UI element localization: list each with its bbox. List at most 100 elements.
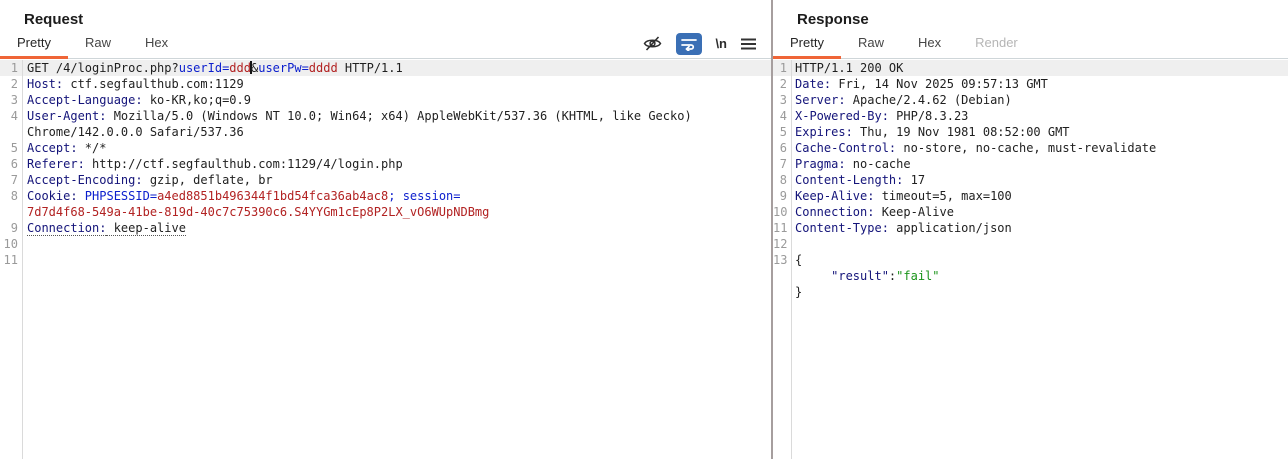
response-tab-pretty[interactable]: Pretty [773, 29, 841, 58]
code-line[interactable]: 6Cache-Control: no-store, no-cache, must… [773, 140, 1288, 156]
show-newlines-icon[interactable]: \n [715, 36, 727, 51]
code-segment: dddd [309, 61, 338, 75]
code-segment: Host: [27, 77, 63, 91]
line-content: Connection: Keep-Alive [795, 204, 954, 220]
code-line[interactable]: 4User-Agent: Mozilla/5.0 (Windows NT 10.… [0, 108, 771, 124]
line-content: Chrome/142.0.0.0 Safari/537.36 [27, 124, 244, 140]
code-line[interactable]: 4X-Powered-By: PHP/8.3.23 [773, 108, 1288, 124]
code-segment: Content-Length: [795, 173, 903, 187]
code-line[interactable]: 7Pragma: no-cache [773, 156, 1288, 172]
code-line[interactable]: Chrome/142.0.0.0 Safari/537.36 [0, 124, 771, 140]
code-line[interactable]: 11 [0, 252, 771, 268]
code-line[interactable]: } [773, 284, 1288, 300]
code-line[interactable]: 6Referer: http://ctf.segfaulthub.com:112… [0, 156, 771, 172]
code-line[interactable]: 2Host: ctf.segfaulthub.com:1129 [0, 76, 771, 92]
code-segment: Connection: [27, 221, 106, 236]
response-panel: Response Pretty Raw Hex Render 1HTTP/1.1… [773, 0, 1288, 459]
response-tabbar: Pretty Raw Hex Render [773, 29, 1288, 58]
code-line[interactable]: 9Keep-Alive: timeout=5, max=100 [773, 188, 1288, 204]
request-toolbar: \n [642, 29, 757, 58]
response-editor[interactable]: 1HTTP/1.1 200 OK2Date: Fri, 14 Nov 2025 … [773, 60, 1288, 459]
code-segment: Pragma: [795, 157, 846, 171]
code-line[interactable]: 10Connection: Keep-Alive [773, 204, 1288, 220]
code-segment: PHP/8.3.23 [889, 109, 968, 123]
code-line[interactable]: 2Date: Fri, 14 Nov 2025 09:57:13 GMT [773, 76, 1288, 92]
code-segment: } [795, 285, 802, 299]
code-segment: Server: [795, 93, 846, 107]
soft-wrap-icon[interactable] [676, 33, 702, 55]
line-content: Accept-Language: ko-KR,ko;q=0.9 [27, 92, 251, 108]
response-tab-hex[interactable]: Hex [901, 29, 958, 58]
code-line[interactable]: 11Content-Type: application/json [773, 220, 1288, 236]
code-segment: ; session= [388, 189, 460, 203]
code-segment: http://ctf.segfaulthub.com:1129/4/login.… [85, 157, 403, 171]
code-line[interactable]: 9Connection: keep-alive [0, 220, 771, 236]
code-segment: 7d7d4f68-549a-41be-819d-40c7c75390c6.S4Y… [27, 205, 489, 219]
eye-off-icon[interactable] [642, 34, 663, 53]
code-segment: Accept-Language: [27, 93, 143, 107]
line-content: Accept: */* [27, 140, 106, 156]
code-segment: Keep-Alive [874, 205, 953, 219]
code-segment: Referer: [27, 157, 85, 171]
line-content: User-Agent: Mozilla/5.0 (Windows NT 10.0… [27, 108, 692, 124]
code-line[interactable]: 1HTTP/1.1 200 OK [773, 60, 1288, 76]
code-line[interactable]: 12 [773, 236, 1288, 252]
code-segment: Connection: [795, 205, 874, 219]
line-content: Pragma: no-cache [795, 156, 911, 172]
code-segment: */* [78, 141, 107, 155]
line-content: Connection: keep-alive [27, 220, 186, 236]
code-line[interactable]: 10 [0, 236, 771, 252]
code-segment: Date: [795, 77, 831, 91]
code-segment: { [795, 253, 802, 267]
code-segment: ctf.segfaulthub.com:1129 [63, 77, 244, 91]
code-segment: PHPSESSID= [78, 189, 157, 203]
line-content: } [795, 284, 802, 300]
line-content: Referer: http://ctf.segfaulthub.com:1129… [27, 156, 403, 172]
code-segment: Chrome/142.0.0.0 Safari/537.36 [27, 125, 244, 139]
response-gutter-divider [791, 60, 792, 459]
code-segment: Mozilla/5.0 (Windows NT 10.0; Win64; x64… [106, 109, 691, 123]
code-line[interactable]: 5Accept: */* [0, 140, 771, 156]
code-line[interactable]: 3Server: Apache/2.4.62 (Debian) [773, 92, 1288, 108]
code-segment: Content-Type: [795, 221, 889, 235]
request-panel: Request Pretty Raw Hex [0, 0, 771, 459]
code-segment: "result" [795, 269, 889, 283]
response-title: Response [797, 11, 869, 28]
response-tab-render: Render [958, 29, 1035, 58]
code-segment: Expires: [795, 125, 853, 139]
code-segment: User-Agent: [27, 109, 106, 123]
code-segment: GET /4/loginProc.php? [27, 61, 179, 75]
code-segment: Thu, 19 Nov 1981 08:52:00 GMT [853, 125, 1070, 139]
code-segment: "fail" [896, 269, 939, 283]
hamburger-menu-icon[interactable] [740, 37, 757, 51]
code-line[interactable]: 8Content-Length: 17 [773, 172, 1288, 188]
code-segment: gzip, deflate, br [143, 173, 273, 187]
code-line[interactable]: 3Accept-Language: ko-KR,ko;q=0.9 [0, 92, 771, 108]
response-tab-raw[interactable]: Raw [841, 29, 901, 58]
code-segment: a4ed8851b496344f1bd54fca36ab4ac8 [157, 189, 388, 203]
code-segment: Apache/2.4.62 (Debian) [846, 93, 1012, 107]
code-line[interactable]: "result":"fail" [773, 268, 1288, 284]
line-content: GET /4/loginProc.php?userId=ddd&userPw=d… [27, 60, 403, 76]
code-segment: userId= [179, 61, 230, 75]
line-content: Cache-Control: no-store, no-cache, must-… [795, 140, 1156, 156]
code-line[interactable]: 5Expires: Thu, 19 Nov 1981 08:52:00 GMT [773, 124, 1288, 140]
code-segment: no-store, no-cache, must-revalidate [896, 141, 1156, 155]
request-tab-raw[interactable]: Raw [68, 29, 128, 58]
line-content: Cookie: PHPSESSID=a4ed8851b496344f1bd54f… [27, 188, 461, 204]
request-tab-hex[interactable]: Hex [128, 29, 185, 58]
code-segment: Fri, 14 Nov 2025 09:57:13 GMT [831, 77, 1048, 91]
line-content: Host: ctf.segfaulthub.com:1129 [27, 76, 244, 92]
line-content: X-Powered-By: PHP/8.3.23 [795, 108, 968, 124]
request-editor[interactable]: 1GET /4/loginProc.php?userId=ddd&userPw=… [0, 60, 771, 459]
code-line[interactable]: 7Accept-Encoding: gzip, deflate, br [0, 172, 771, 188]
request-tab-pretty[interactable]: Pretty [0, 29, 68, 58]
code-line[interactable]: 7d7d4f68-549a-41be-819d-40c7c75390c6.S4Y… [0, 204, 771, 220]
code-line[interactable]: 8Cookie: PHPSESSID=a4ed8851b496344f1bd54… [0, 188, 771, 204]
code-line[interactable]: 1GET /4/loginProc.php?userId=ddd&userPw=… [0, 60, 771, 76]
code-line[interactable]: 13{ [773, 252, 1288, 268]
code-segment: ko-KR,ko;q=0.9 [143, 93, 251, 107]
request-header: Request Pretty Raw Hex [0, 0, 771, 59]
code-segment: Cache-Control: [795, 141, 896, 155]
code-segment: ddd [229, 61, 251, 75]
